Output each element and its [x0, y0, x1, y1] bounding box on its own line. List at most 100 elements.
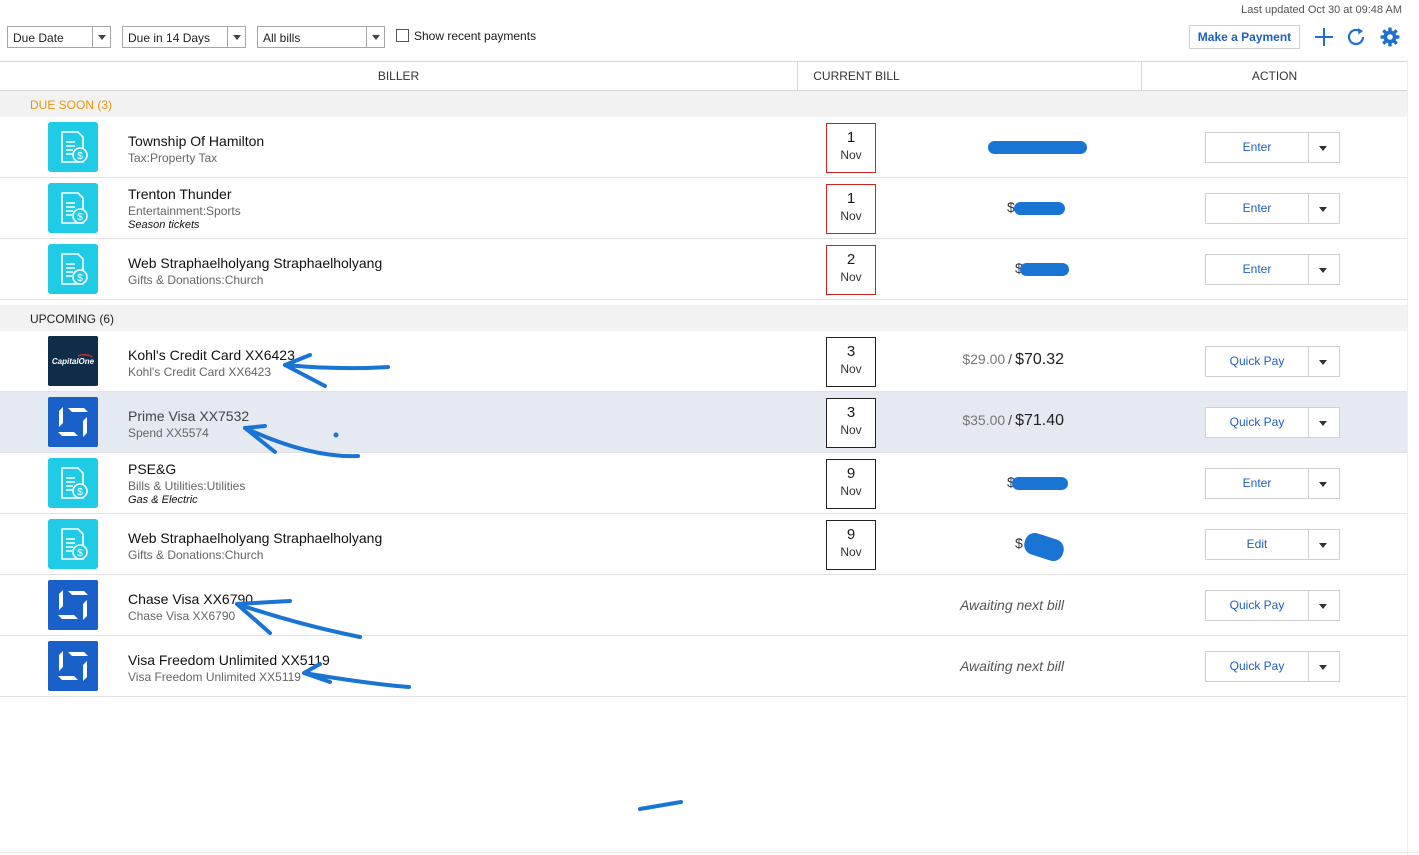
redacted-amount	[988, 141, 1087, 154]
show-recent-payments-label: Show recent payments	[414, 29, 537, 43]
due-day: 9	[846, 465, 856, 482]
due-date-box: 1 Nov	[826, 123, 876, 173]
chevron-down-icon[interactable]	[1308, 652, 1339, 681]
biller-category: Entertainment:Sports	[128, 204, 241, 218]
biller-name[interactable]: Visa Freedom Unlimited XX5119	[128, 652, 330, 668]
action-button-label[interactable]: Enter	[1206, 194, 1309, 223]
bill-amount: $29.00/$70.32	[962, 351, 1064, 369]
quick-pay-button[interactable]: Quick Pay	[1205, 590, 1340, 621]
chevron-down-icon[interactable]	[1308, 133, 1339, 162]
action-button-label[interactable]: Quick Pay	[1206, 347, 1309, 376]
enter-button[interactable]: Enter	[1205, 254, 1340, 285]
chevron-down-icon	[227, 27, 245, 47]
capital-one-logo: CapitalOne	[48, 336, 98, 386]
quick-pay-button[interactable]: Quick Pay	[1205, 346, 1340, 377]
chevron-down-icon[interactable]	[1308, 408, 1339, 437]
biller-category: Gifts & Donations:Church	[128, 273, 264, 287]
chevron-down-icon[interactable]	[1308, 194, 1339, 223]
amount-separator: /	[1008, 412, 1013, 428]
svg-text:$: $	[77, 548, 83, 559]
due-day: 1	[846, 190, 856, 207]
biller-category: Chase Visa XX6790	[128, 609, 236, 623]
column-header-biller[interactable]: BILLER	[0, 62, 797, 90]
quick-pay-button[interactable]: Quick Pay	[1205, 651, 1340, 682]
biller-name[interactable]: PSE&G	[128, 461, 176, 477]
chevron-down-icon[interactable]	[1308, 347, 1339, 376]
bill-status: Awaiting next bill	[959, 658, 1064, 674]
bill-document-icon: $	[48, 458, 98, 508]
due-day: 3	[846, 404, 856, 421]
enter-button[interactable]: Enter	[1205, 132, 1340, 163]
chevron-down-icon[interactable]	[1308, 591, 1339, 620]
enter-button[interactable]: Enter	[1205, 468, 1340, 499]
bill-row[interactable]: $ Trenton Thunder Entertainment:Sports S…	[0, 178, 1407, 239]
due-day: 9	[846, 526, 856, 543]
biller-name[interactable]: Chase Visa XX6790	[128, 591, 253, 607]
enter-button[interactable]: Enter	[1205, 193, 1340, 224]
chevron-down-icon[interactable]	[1308, 255, 1339, 284]
pen-stroke	[638, 800, 683, 811]
bill-type-dropdown[interactable]: All bills	[257, 26, 385, 48]
redacted-amount	[1014, 202, 1065, 215]
biller-name[interactable]: Kohl's Credit Card XX6423	[128, 347, 295, 363]
redacted-amount	[1021, 530, 1067, 564]
biller-name[interactable]: Web Straphaelholyang Straphaelholyang	[128, 530, 382, 546]
action-button-label[interactable]: Quick Pay	[1206, 408, 1309, 437]
bill-row[interactable]: CapitalOne Kohl's Credit Card XX6423 Koh…	[0, 331, 1407, 392]
chase-logo	[48, 397, 98, 447]
bill-document-icon: $	[48, 244, 98, 294]
column-header-action[interactable]: ACTION	[1142, 62, 1407, 90]
section-label: UPCOMING (6)	[30, 312, 114, 326]
action-button-label[interactable]: Enter	[1206, 255, 1309, 284]
chevron-down-icon[interactable]	[1308, 469, 1339, 498]
due-date-box: 1 Nov	[826, 184, 876, 234]
biller-note: Gas & Electric	[128, 494, 198, 506]
action-button-label[interactable]: Enter	[1206, 133, 1309, 162]
edit-button[interactable]: Edit	[1205, 529, 1340, 560]
bill-row[interactable]: $ Web Straphaelholyang Straphaelholyang …	[0, 514, 1407, 575]
redacted-amount	[1012, 477, 1068, 490]
toolbar: Make a Payment	[1171, 25, 1401, 49]
bill-row[interactable]: $ Web Straphaelholyang Straphaelholyang …	[0, 239, 1407, 300]
biller-name[interactable]: Trenton Thunder	[128, 186, 232, 202]
due-date-box: 3 Nov	[826, 337, 876, 387]
refresh-icon[interactable]	[1345, 26, 1367, 48]
last-updated-text: Last updated Oct 30 at 09:48 AM	[1241, 4, 1402, 16]
chevron-down-icon	[366, 27, 384, 47]
gear-icon[interactable]	[1379, 26, 1401, 48]
show-recent-payments-checkbox[interactable]	[396, 29, 409, 42]
bill-row[interactable]: Chase Visa XX6790 Chase Visa XX6790 Awai…	[0, 575, 1407, 636]
vertical-scrollbar[interactable]	[1407, 60, 1419, 855]
section-label: DUE SOON (3)	[30, 98, 113, 112]
range-dropdown-value: Due in 14 Days	[128, 31, 211, 45]
bill-document-icon: $	[48, 183, 98, 233]
action-button-label[interactable]: Quick Pay	[1206, 652, 1309, 681]
bill-row[interactable]: $ Township Of Hamilton Tax:Property Tax …	[0, 117, 1407, 178]
action-button-label[interactable]: Edit	[1206, 530, 1309, 559]
column-header-current-bill[interactable]: CURRENT BILL	[798, 62, 915, 90]
amount-separator: /	[1008, 351, 1013, 367]
biller-name[interactable]: Prime Visa XX7532	[128, 408, 249, 424]
section-header-due-soon: DUE SOON (3)	[0, 91, 1407, 119]
range-dropdown[interactable]: Due in 14 Days	[122, 26, 246, 48]
biller-name[interactable]: Township Of Hamilton	[128, 133, 264, 149]
biller-name[interactable]: Web Straphaelholyang Straphaelholyang	[128, 255, 382, 271]
section-header-upcoming: UPCOMING (6)	[0, 305, 1407, 333]
biller-note: Season tickets	[128, 219, 200, 231]
bill-row[interactable]: Visa Freedom Unlimited XX5119 Visa Freed…	[0, 636, 1407, 697]
bill-row[interactable]: Prime Visa XX7532 Spend XX5574 3 Nov $35…	[0, 392, 1407, 453]
plus-icon[interactable]	[1313, 26, 1335, 48]
quick-pay-button[interactable]: Quick Pay	[1205, 407, 1340, 438]
svg-text:CapitalOne: CapitalOne	[52, 357, 95, 366]
action-button-label[interactable]: Enter	[1206, 469, 1309, 498]
chase-logo	[48, 641, 98, 691]
make-payment-button[interactable]: Make a Payment	[1189, 25, 1300, 49]
due-day: 1	[846, 129, 856, 146]
action-button-label[interactable]: Quick Pay	[1206, 591, 1309, 620]
chevron-down-icon[interactable]	[1308, 530, 1339, 559]
show-recent-payments-toggle[interactable]: Show recent payments	[396, 29, 536, 43]
bill-row[interactable]: $ PSE&G Bills & Utilities:Utilities Gas …	[0, 453, 1407, 514]
biller-category: Tax:Property Tax	[128, 151, 218, 165]
sort-dropdown[interactable]: Due Date	[7, 26, 111, 48]
bill-type-dropdown-value: All bills	[263, 31, 301, 45]
